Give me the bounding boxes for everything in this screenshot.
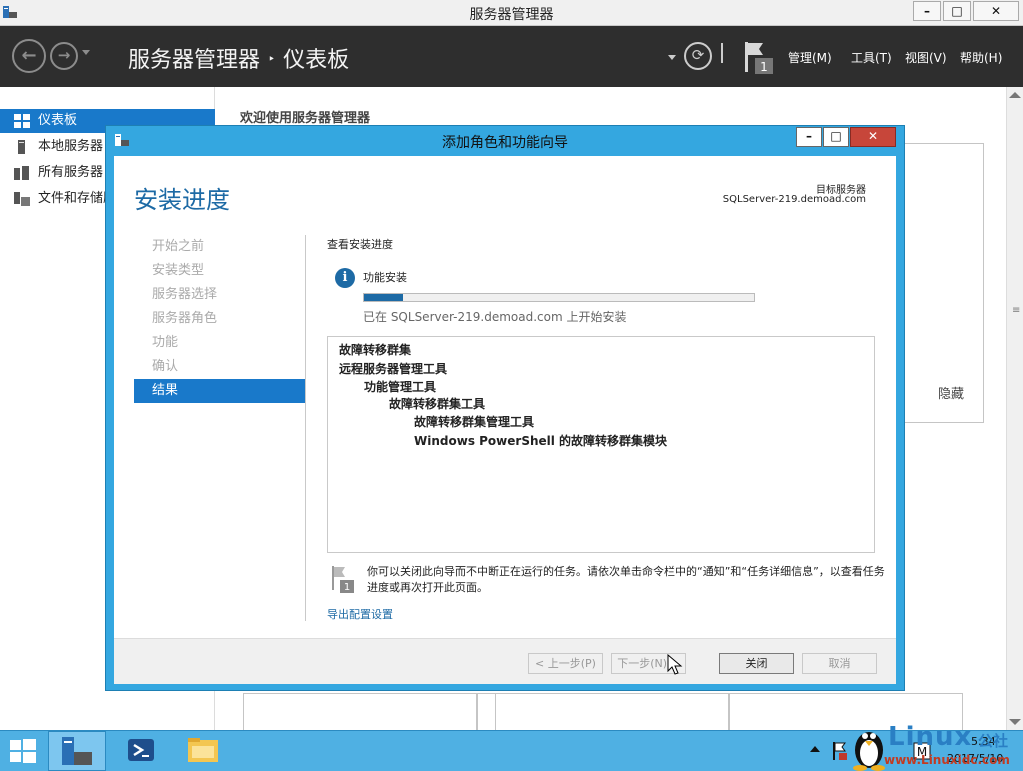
wizard-maximize-button[interactable]: □ — [823, 127, 849, 147]
list-item: 远程服务器管理工具 — [339, 362, 448, 376]
close-button[interactable]: ✕ — [973, 1, 1019, 21]
taskbar-server-manager[interactable] — [48, 731, 106, 771]
wizard-titlebar: 添加角色和功能向导 – □ ✕ — [106, 126, 904, 156]
tile — [243, 693, 477, 733]
windows-logo-icon — [10, 739, 36, 763]
welcome-panel — [902, 143, 984, 423]
tile — [477, 693, 497, 733]
file-storage-icon — [14, 192, 30, 206]
list-item: 故障转移群集管理工具 — [414, 415, 535, 429]
watermark-gongshe-text: 公社 — [978, 732, 1009, 750]
installation-results-list[interactable]: 故障转移群集 远程服务器管理工具 功能管理工具 故障转移群集工具 故障转移群集管… — [327, 336, 875, 553]
wizard-title: 添加角色和功能向导 — [442, 135, 568, 151]
install-progress-fill — [364, 294, 403, 301]
tile — [495, 693, 729, 733]
wizard-body: 安装进度 目标服务器 SQLServer-219.demoad.com 开始之前… — [114, 156, 896, 684]
menu-help[interactable]: 帮助(H) — [960, 49, 1002, 66]
taskbar-file-explorer[interactable] — [174, 731, 232, 771]
mouse-cursor-icon — [667, 654, 683, 675]
window-controls: – □ ✕ — [911, 1, 1019, 21]
window-title: 服务器管理器 — [469, 7, 554, 23]
header-dropdown-icon[interactable] — [668, 55, 676, 60]
notification-count: 1 — [344, 582, 350, 593]
welcome-title: 欢迎使用服务器管理器 — [240, 111, 371, 126]
cancel-button[interactable]: 取消 — [802, 653, 877, 674]
previous-button[interactable]: < 上一步(P) — [528, 653, 603, 674]
list-item: 故障转移群集 — [339, 343, 412, 357]
wizard-window-controls: – □ ✕ — [795, 127, 896, 147]
start-button[interactable] — [0, 731, 46, 771]
local-server-icon — [18, 140, 25, 154]
forward-button[interactable]: → — [50, 42, 78, 70]
arrow-right-icon: → — [57, 46, 71, 64]
wizard-close-button[interactable]: ✕ — [850, 127, 896, 147]
scroll-grip-icon[interactable]: ≡ — [1012, 305, 1020, 316]
sidebar-item-label: 所有服务器 — [38, 165, 104, 180]
server-manager-icon — [62, 737, 92, 765]
menu-tools[interactable]: 工具(T) — [851, 49, 892, 66]
install-progress-bar — [363, 293, 755, 302]
progress-section-title: 查看安装进度 — [327, 238, 393, 251]
vertical-scrollbar[interactable]: ≡ — [1006, 87, 1023, 730]
breadcrumb-separator: ‣ — [268, 52, 276, 66]
breadcrumb-page: 仪表板 — [283, 48, 350, 73]
info-icon: i — [335, 268, 355, 288]
list-item: Windows PowerShell 的故障转移群集模块 — [414, 434, 668, 448]
export-configuration-link[interactable]: 导出配置设置 — [327, 606, 393, 622]
command-bar: ← → 服务器管理器 ‣ 仪表板 ⟳ 1 管理(M) 工具(T) 视图(V) 帮助(… — [0, 26, 1023, 87]
wizard-divider — [305, 235, 306, 621]
wizard-steps: 开始之前 安装类型 服务器选择 服务器角色 功能 确认 结果 — [134, 235, 306, 403]
wizard-minimize-button[interactable]: – — [796, 127, 822, 147]
progress-status: 已在 SQLServer-219.demoad.com 上开始安装 — [363, 310, 627, 324]
dashboard-icon — [14, 114, 30, 128]
menu-view[interactable]: 视图(V) — [905, 49, 947, 66]
close-wizard-button[interactable]: 关闭 — [719, 653, 794, 674]
watermark-url: www.Linuxidc.com — [884, 753, 1010, 767]
menu-manage[interactable]: 管理(M) — [788, 49, 832, 66]
taskbar-powershell[interactable] — [112, 731, 170, 771]
wizard-step-features: 功能 — [152, 335, 179, 350]
scroll-up-icon[interactable] — [1009, 92, 1021, 98]
close-wizard-note: 你可以关闭此向导而不中断正在运行的任务。请依次单击命令栏中的“通知”和“任务详细… — [367, 565, 885, 594]
wizard-footer: < 上一步(P) 下一步(N) > 关闭 取消 — [114, 638, 896, 684]
sidebar-item-label: 本地服务器 — [38, 139, 104, 154]
arrow-left-icon: ← — [21, 45, 37, 66]
wizard-step-server-selection: 服务器选择 — [152, 287, 218, 302]
powershell-icon — [128, 739, 154, 761]
feature-install-label: 功能安装 — [363, 271, 407, 284]
watermark-linux-text: Linux — [888, 722, 973, 752]
server-manager-titlebar: 服务器管理器 – □ ✕ — [0, 0, 1023, 26]
list-item: 功能管理工具 — [364, 380, 437, 394]
wizard-step-results[interactable]: 结果 — [134, 379, 306, 403]
folder-icon — [188, 738, 218, 762]
wizard-step-server-roles: 服务器角色 — [152, 311, 218, 326]
action-center-flag-icon[interactable] — [832, 741, 848, 761]
tux-penguin-icon — [853, 732, 885, 771]
maximize-button[interactable]: □ — [943, 1, 971, 21]
all-servers-icon — [14, 166, 29, 180]
wizard-step-before-you-begin: 开始之前 — [152, 239, 205, 254]
add-roles-wizard-dialog: 添加角色和功能向导 – □ ✕ 安装进度 目标服务器 SQLServer-219… — [105, 125, 905, 691]
wizard-step-installation-type: 安装类型 — [152, 263, 205, 278]
linuxidc-watermark: Linux 公社 www.Linuxidc.com — [850, 722, 1020, 771]
breadcrumb-app[interactable]: 服务器管理器 — [128, 48, 260, 73]
destination-server-name: SQLServer-219.demoad.com — [722, 194, 866, 205]
notification-flag-icon: 1 — [332, 566, 354, 593]
notifications-flag-icon[interactable]: 1 — [743, 40, 775, 76]
tray-overflow-icon[interactable] — [810, 746, 820, 752]
notification-count: 1 — [760, 60, 768, 74]
list-item: 故障转移群集工具 — [389, 397, 486, 411]
minimize-button[interactable]: – — [913, 1, 941, 21]
back-button[interactable]: ← — [12, 39, 46, 73]
history-dropdown-icon[interactable] — [82, 50, 90, 55]
header-divider — [721, 43, 723, 63]
breadcrumb: 服务器管理器 ‣ 仪表板 — [128, 42, 349, 74]
wizard-heading: 安装进度 — [134, 186, 230, 214]
sidebar-item-label: 仪表板 — [38, 113, 78, 128]
hide-link[interactable]: 隐藏 — [938, 383, 964, 402]
refresh-icon: ⟳ — [691, 46, 705, 64]
refresh-button[interactable]: ⟳ — [684, 42, 712, 70]
wizard-step-confirmation: 确认 — [152, 359, 179, 374]
